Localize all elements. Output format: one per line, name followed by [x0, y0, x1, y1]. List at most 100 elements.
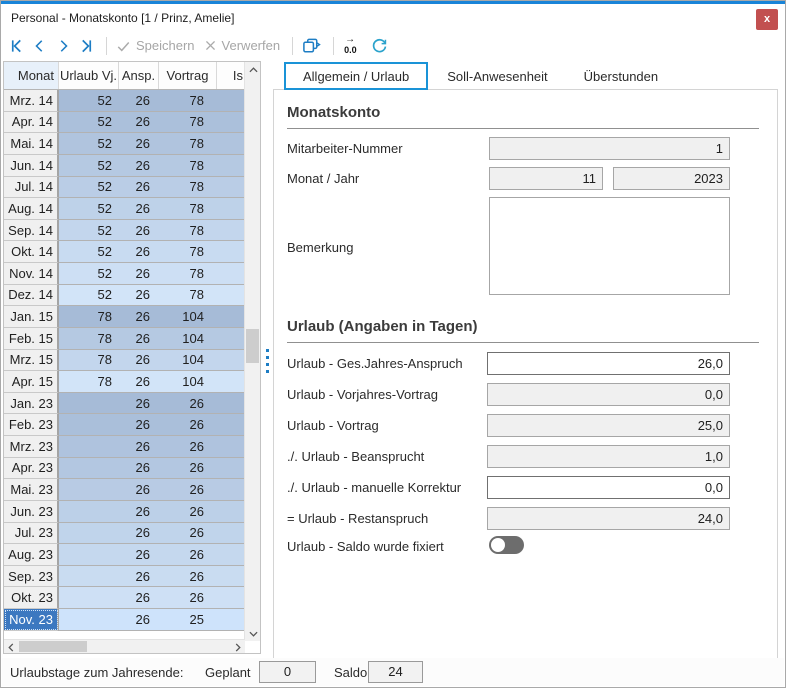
is-cell: [217, 544, 244, 566]
month-cell[interactable]: Mai. 23: [4, 479, 59, 501]
table-row[interactable]: Jun. 232626: [4, 501, 260, 523]
column-header-ansp[interactable]: Ansp.: [119, 62, 159, 89]
table-row[interactable]: Apr. 232626: [4, 458, 260, 480]
table-row[interactable]: Mrz. 157826104: [4, 350, 260, 372]
table-row[interactable]: Aug. 232626: [4, 544, 260, 566]
table-row[interactable]: Mrz. 14522678: [4, 90, 260, 112]
month-cell[interactable]: Feb. 23: [4, 414, 59, 436]
table-row[interactable]: Nov. 14522678: [4, 263, 260, 285]
month-cell[interactable]: Feb. 15: [4, 328, 59, 350]
table-row[interactable]: Feb. 232626: [4, 414, 260, 436]
bemerkung-label: Bemerkung: [287, 240, 353, 255]
vortrag-cell: 78: [159, 90, 217, 112]
scroll-down-icon[interactable]: [245, 626, 261, 641]
is-cell: [217, 523, 244, 545]
vortrag-cell: 78: [159, 263, 217, 285]
table-row[interactable]: Sep. 232626: [4, 566, 260, 588]
horizontal-scrollbar[interactable]: [4, 639, 245, 653]
splitter-handle[interactable]: [264, 349, 270, 379]
urlaub-vj-cell: [59, 566, 119, 588]
vertical-scroll-thumb[interactable]: [246, 329, 259, 363]
month-cell[interactable]: Nov. 23: [4, 609, 59, 631]
table-row[interactable]: Dez. 14522678: [4, 285, 260, 307]
tab-soll-anwesenheit[interactable]: Soll-Anwesenheit: [430, 62, 564, 90]
month-cell[interactable]: Jun. 23: [4, 501, 59, 523]
table-row[interactable]: Feb. 157826104: [4, 328, 260, 350]
urlaub-vj-cell: [59, 393, 119, 415]
scroll-left-icon[interactable]: [4, 640, 18, 654]
bemerkung-textarea[interactable]: [489, 197, 730, 295]
month-cell[interactable]: Mrz. 15: [4, 350, 59, 372]
save-button[interactable]: Speichern: [116, 38, 195, 53]
save-label: Speichern: [136, 38, 195, 53]
is-cell: [217, 566, 244, 588]
month-cell[interactable]: Mrz. 14: [4, 90, 59, 112]
table-row[interactable]: Mai. 232626: [4, 479, 260, 501]
month-cell[interactable]: Aug. 23: [4, 544, 59, 566]
urlaub-field-input: 24,0: [487, 507, 730, 530]
horizontal-scroll-thumb[interactable]: [19, 641, 87, 652]
table-row[interactable]: Mai. 14522678: [4, 133, 260, 155]
table-row[interactable]: Jan. 232626: [4, 393, 260, 415]
saldo-label: Saldo: [334, 665, 367, 680]
discard-button[interactable]: Verwerfen: [204, 38, 281, 53]
table-row[interactable]: Jul. 232626: [4, 523, 260, 545]
close-button[interactable]: x: [756, 9, 778, 30]
month-cell[interactable]: Sep. 14: [4, 220, 59, 242]
first-record-button[interactable]: [9, 38, 24, 54]
footer-bar: Urlaubstage zum Jahresende: Geplant 0 Sa…: [2, 658, 784, 686]
prev-record-button[interactable]: [33, 38, 47, 54]
urlaub-field-label: ./. Urlaub - Beansprucht: [287, 449, 424, 464]
is-cell: [217, 263, 244, 285]
month-cell[interactable]: Apr. 23: [4, 458, 59, 480]
recalculate-button[interactable]: → 0.0: [343, 37, 363, 55]
month-cell[interactable]: Mrz. 23: [4, 436, 59, 458]
tab-ueberstunden[interactable]: Überstunden: [567, 62, 675, 90]
month-cell[interactable]: Nov. 14: [4, 263, 59, 285]
ansp-cell: 26: [119, 90, 159, 112]
table-row[interactable]: Nov. 232625: [4, 609, 260, 631]
table-row[interactable]: Okt. 14522678: [4, 241, 260, 263]
table-row[interactable]: Apr. 14522678: [4, 112, 260, 134]
scroll-right-icon[interactable]: [231, 640, 245, 654]
urlaub-field-input[interactable]: 26,0: [487, 352, 730, 375]
table-row[interactable]: Okt. 232626: [4, 587, 260, 609]
vertical-scrollbar[interactable]: [244, 62, 260, 641]
ansp-cell: 26: [119, 198, 159, 220]
last-record-button[interactable]: [79, 38, 94, 54]
month-cell[interactable]: Apr. 15: [4, 371, 59, 393]
scroll-up-icon[interactable]: [245, 62, 261, 77]
transfer-button[interactable]: [302, 37, 321, 55]
table-row[interactable]: Sep. 14522678: [4, 220, 260, 242]
refresh-icon: [371, 37, 388, 54]
column-header-vortrag[interactable]: Vortrag: [159, 62, 217, 89]
month-cell[interactable]: Jan. 15: [4, 306, 59, 328]
month-cell[interactable]: Mai. 14: [4, 133, 59, 155]
table-row[interactable]: Apr. 157826104: [4, 371, 260, 393]
month-cell[interactable]: Jun. 14: [4, 155, 59, 177]
month-cell[interactable]: Okt. 23: [4, 587, 59, 609]
table-row[interactable]: Jun. 14522678: [4, 155, 260, 177]
month-cell[interactable]: Jan. 23: [4, 393, 59, 415]
vortrag-cell: 26: [159, 587, 217, 609]
next-record-button[interactable]: [56, 38, 70, 54]
month-cell[interactable]: Okt. 14: [4, 241, 59, 263]
table-row[interactable]: Jan. 157826104: [4, 306, 260, 328]
tab-allgemein-urlaub[interactable]: Allgemein / Urlaub: [284, 62, 428, 90]
month-cell[interactable]: Sep. 23: [4, 566, 59, 588]
column-header-is[interactable]: Is: [217, 62, 244, 89]
table-row[interactable]: Jul. 14522678: [4, 177, 260, 199]
saldo-fixiert-toggle[interactable]: [489, 536, 524, 554]
month-cell[interactable]: Jul. 14: [4, 177, 59, 199]
month-cell[interactable]: Apr. 14: [4, 112, 59, 134]
month-cell[interactable]: Jul. 23: [4, 523, 59, 545]
month-cell[interactable]: Dez. 14: [4, 285, 59, 307]
table-row[interactable]: Mrz. 232626: [4, 436, 260, 458]
column-header-monat[interactable]: Monat: [4, 62, 59, 89]
urlaub-field-input[interactable]: 0,0: [487, 476, 730, 499]
column-header-urlaub-vj[interactable]: Urlaub Vj.: [59, 62, 119, 89]
table-row[interactable]: Aug. 14522678: [4, 198, 260, 220]
window-title: Personal - Monatskonto [1 / Prinz, Ameli…: [11, 11, 234, 25]
month-cell[interactable]: Aug. 14: [4, 198, 59, 220]
refresh-button[interactable]: [371, 37, 388, 54]
